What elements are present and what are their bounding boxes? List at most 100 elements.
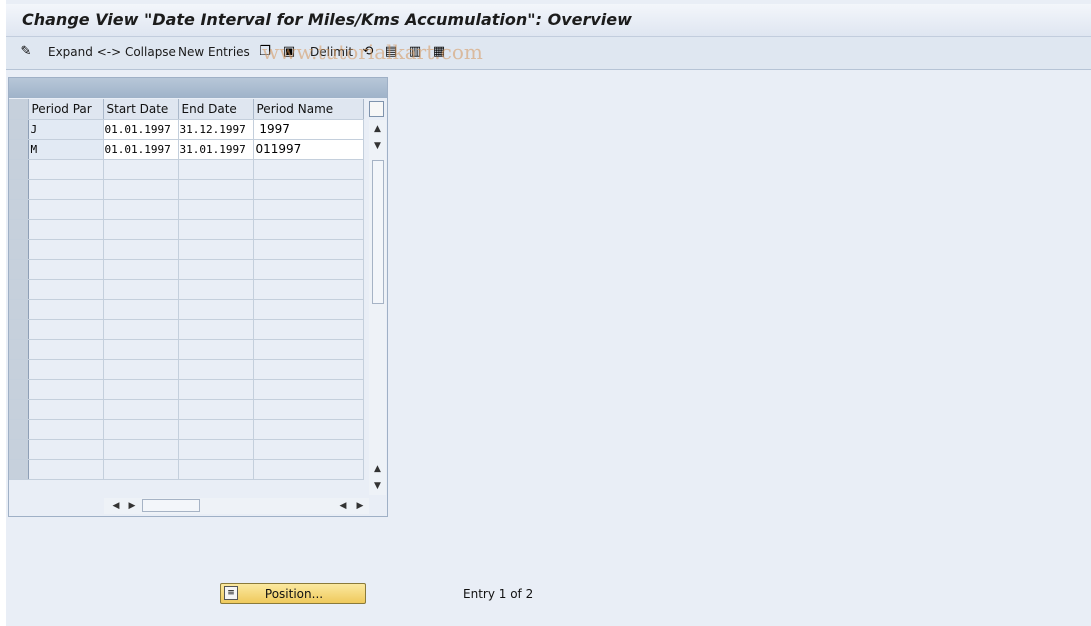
empty-cell[interactable] [178, 319, 254, 340]
undo-icon[interactable]: ⟲ [360, 44, 376, 60]
empty-cell[interactable] [103, 179, 179, 200]
start-date-cell[interactable]: 01.01.1997 [103, 139, 179, 160]
scroll-down-icon[interactable]: ▼ [372, 140, 383, 152]
row-selector[interactable] [9, 279, 29, 300]
empty-cell[interactable] [28, 359, 104, 380]
row-selector[interactable] [9, 259, 29, 280]
scroll-left-icon[interactable]: ◀ [110, 498, 122, 514]
empty-cell[interactable] [253, 459, 364, 480]
scroll-page-down-icon[interactable]: ▼ [372, 480, 383, 492]
row-selector[interactable] [9, 159, 29, 180]
scroll-page-left-icon[interactable]: ◀ [337, 498, 349, 514]
empty-cell[interactable] [253, 199, 364, 220]
empty-cell[interactable] [178, 159, 254, 180]
row-selector[interactable] [9, 299, 29, 320]
position-button[interactable]: ≡ Position... [220, 583, 366, 604]
empty-cell[interactable] [28, 419, 104, 440]
empty-cell[interactable] [178, 339, 254, 360]
empty-cell[interactable] [28, 239, 104, 260]
empty-cell[interactable] [28, 279, 104, 300]
empty-cell[interactable] [28, 339, 104, 360]
row-selector[interactable] [9, 119, 29, 140]
period-name-cell[interactable]: 011997 [253, 139, 364, 160]
empty-cell[interactable] [28, 219, 104, 240]
empty-cell[interactable] [103, 339, 179, 360]
empty-cell[interactable] [253, 419, 364, 440]
empty-cell[interactable] [28, 199, 104, 220]
period-par-cell[interactable]: M [28, 139, 104, 160]
empty-cell[interactable] [103, 459, 179, 480]
empty-cell[interactable] [253, 259, 364, 280]
empty-cell[interactable] [103, 299, 179, 320]
end-date-cell[interactable]: 31.12.1997 [178, 119, 254, 140]
row-selector[interactable] [9, 439, 29, 460]
empty-cell[interactable] [178, 239, 254, 260]
empty-cell[interactable] [253, 339, 364, 360]
row-selector[interactable] [9, 399, 29, 420]
scroll-right-icon[interactable]: ▶ [126, 498, 138, 514]
empty-cell[interactable] [253, 359, 364, 380]
empty-cell[interactable] [103, 159, 179, 180]
row-selector[interactable] [9, 419, 29, 440]
row-selector[interactable] [9, 359, 29, 380]
empty-cell[interactable] [103, 239, 179, 260]
empty-cell[interactable] [28, 439, 104, 460]
empty-cell[interactable] [28, 399, 104, 420]
empty-cell[interactable] [253, 439, 364, 460]
empty-cell[interactable] [253, 379, 364, 400]
scroll-up-icon[interactable]: ▲ [372, 123, 383, 135]
empty-cell[interactable] [178, 299, 254, 320]
empty-cell[interactable] [28, 319, 104, 340]
period-name-cell[interactable]: 1997 [253, 119, 364, 140]
select-all-icon[interactable]: ▤ [383, 44, 399, 60]
select-block-icon[interactable]: ▥ [407, 44, 423, 60]
empty-cell[interactable] [103, 379, 179, 400]
row-selector[interactable] [9, 459, 29, 480]
empty-cell[interactable] [178, 179, 254, 200]
row-selector[interactable] [9, 379, 29, 400]
row-selector[interactable] [9, 179, 29, 200]
empty-cell[interactable] [253, 179, 364, 200]
empty-cell[interactable] [103, 259, 179, 280]
empty-cell[interactable] [28, 379, 104, 400]
row-selector[interactable] [9, 319, 29, 340]
expand-collapse-button[interactable]: Expand <-> Collapse [48, 45, 176, 59]
horizontal-scroll-thumb[interactable] [142, 499, 200, 512]
pencil-glasses-icon[interactable]: ✎ [18, 44, 34, 60]
new-entries-button[interactable]: New Entries [178, 45, 250, 59]
column-settings-icon[interactable] [369, 101, 384, 117]
scroll-page-right-icon[interactable]: ▶ [354, 498, 366, 514]
empty-cell[interactable] [103, 319, 179, 340]
row-selector[interactable] [9, 239, 29, 260]
empty-cell[interactable] [253, 159, 364, 180]
empty-cell[interactable] [28, 459, 104, 480]
column-header-period-par[interactable]: Period Par [28, 99, 104, 120]
period-par-cell[interactable]: J [28, 119, 104, 140]
empty-cell[interactable] [103, 359, 179, 380]
empty-cell[interactable] [178, 419, 254, 440]
deselect-all-icon[interactable]: ▦ [431, 44, 447, 60]
empty-cell[interactable] [28, 259, 104, 280]
scroll-page-up-icon[interactable]: ▲ [372, 463, 383, 475]
empty-cell[interactable] [103, 199, 179, 220]
empty-cell[interactable] [178, 279, 254, 300]
empty-cell[interactable] [253, 399, 364, 420]
empty-cell[interactable] [28, 159, 104, 180]
empty-cell[interactable] [178, 259, 254, 280]
empty-cell[interactable] [178, 439, 254, 460]
empty-cell[interactable] [253, 219, 364, 240]
empty-cell[interactable] [103, 399, 179, 420]
column-header-start-date[interactable]: Start Date [103, 99, 179, 120]
scroll-thumb[interactable] [372, 160, 384, 304]
end-date-cell[interactable]: 31.01.1997 [178, 139, 254, 160]
empty-cell[interactable] [178, 199, 254, 220]
row-selector[interactable] [9, 139, 29, 160]
empty-cell[interactable] [178, 219, 254, 240]
horizontal-scrollbar[interactable]: ◀ ▶ ◀ ▶ [104, 498, 369, 514]
delimit-button[interactable]: Delimit [310, 45, 353, 59]
empty-cell[interactable] [103, 419, 179, 440]
empty-cell[interactable] [28, 299, 104, 320]
start-date-cell[interactable]: 01.01.1997 [103, 119, 179, 140]
empty-cell[interactable] [178, 399, 254, 420]
column-header-period-name[interactable]: Period Name [253, 99, 364, 120]
